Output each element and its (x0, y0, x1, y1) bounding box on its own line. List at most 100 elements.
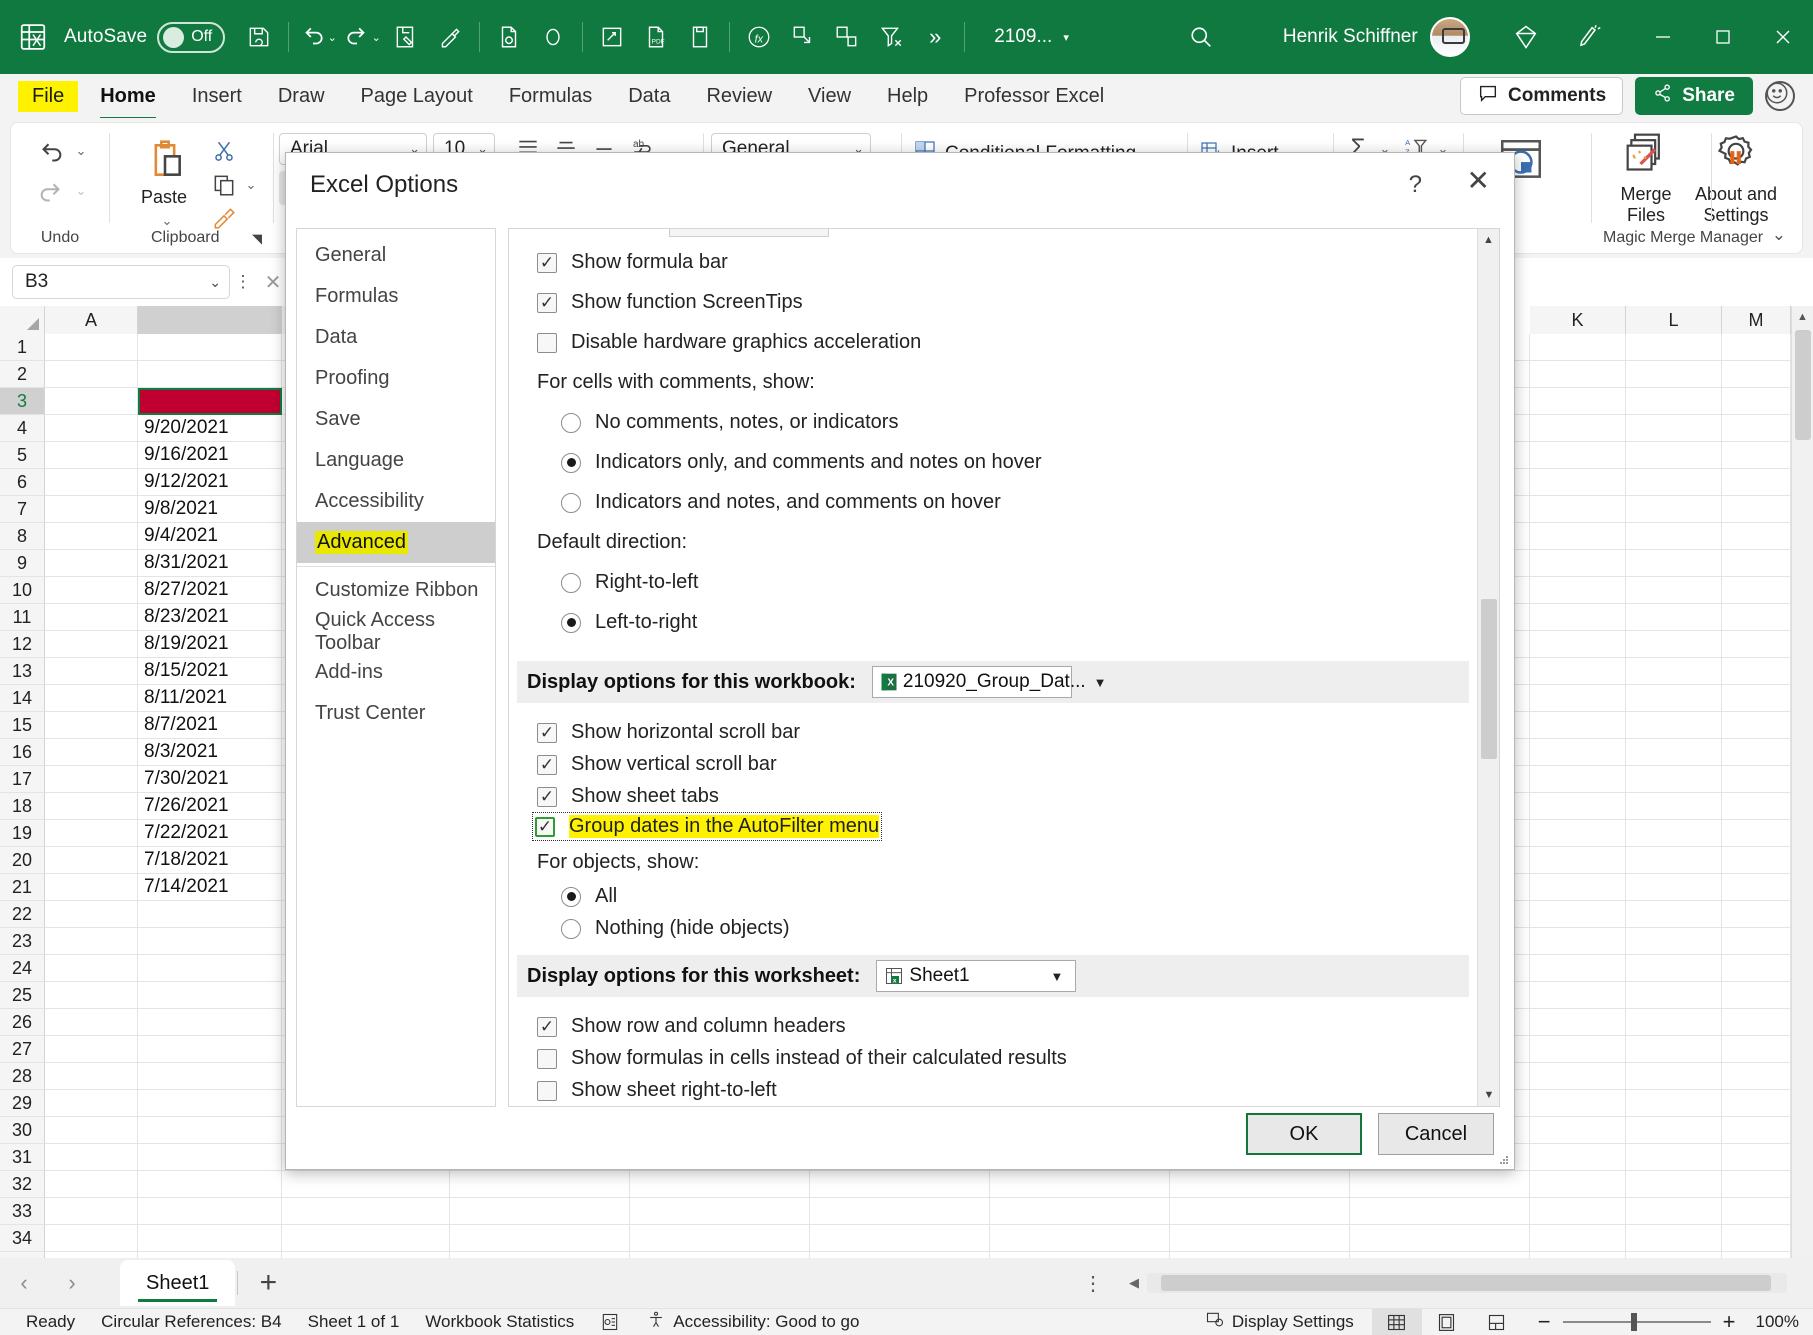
cell[interactable] (1722, 469, 1791, 496)
row-header-13[interactable]: 13 (0, 658, 45, 685)
cell[interactable] (1626, 847, 1722, 874)
cell[interactable] (450, 1198, 630, 1225)
cell[interactable] (1626, 1198, 1722, 1225)
cell[interactable] (45, 847, 138, 874)
cell[interactable] (1626, 739, 1722, 766)
close-icon[interactable]: ✕ (1467, 167, 1490, 195)
horizontal-scrollbar[interactable] (1147, 1273, 1787, 1293)
cell[interactable] (1722, 766, 1791, 793)
cell[interactable] (630, 1171, 810, 1198)
option-show-formulas-in-cells[interactable]: Show formulas in cells instead of their … (537, 1047, 1067, 1070)
cell[interactable] (1626, 982, 1722, 1009)
cell[interactable] (1722, 712, 1791, 739)
cell[interactable] (1530, 847, 1626, 874)
row-header-34[interactable]: 34 (0, 1225, 45, 1252)
cell[interactable] (1530, 1225, 1626, 1252)
cell[interactable] (45, 928, 138, 955)
radio-left-to-right[interactable] (561, 612, 581, 633)
clear-filter-icon[interactable] (869, 14, 913, 60)
cell[interactable] (990, 1225, 1170, 1252)
cell[interactable] (1722, 793, 1791, 820)
cell[interactable] (1530, 1090, 1626, 1117)
user-account[interactable]: Henrik Schiffner (1283, 17, 1470, 57)
cell[interactable] (1626, 820, 1722, 847)
collapse-ribbon-icon[interactable]: ⌄ (1772, 225, 1786, 245)
row-header-32[interactable]: 32 (0, 1171, 45, 1198)
cell[interactable] (45, 739, 138, 766)
cell[interactable] (1530, 928, 1626, 955)
option-left-to-right[interactable]: Left-to-right (561, 611, 697, 634)
cell[interactable] (1530, 874, 1626, 901)
print-preview-icon[interactable] (678, 14, 722, 60)
cell[interactable] (138, 1009, 282, 1036)
dialog-scroll-thumb[interactable] (1481, 599, 1497, 759)
tab-draw[interactable]: Draw (264, 81, 339, 112)
cell[interactable] (1530, 442, 1626, 469)
radio-objects-nothing[interactable] (561, 918, 581, 939)
paste-icon[interactable] (139, 135, 191, 185)
worksheet-select[interactable]: x Sheet1 ▼ (876, 960, 1077, 992)
cell[interactable]: 7/30/2021 (138, 766, 282, 793)
nav-item-add-ins[interactable]: Add-ins (297, 652, 495, 693)
cell[interactable] (1722, 388, 1791, 415)
cell[interactable] (810, 1225, 990, 1252)
row-header-20[interactable]: 20 (0, 847, 45, 874)
zoom-slider-thumb[interactable] (1630, 1313, 1637, 1331)
cell[interactable]: 8/27/2021 (138, 577, 282, 604)
close-button[interactable] (1753, 0, 1813, 74)
radio-indicators-only[interactable] (561, 452, 581, 473)
cell[interactable] (1530, 1117, 1626, 1144)
cell[interactable] (1530, 1009, 1626, 1036)
option-right-to-left[interactable]: Right-to-left (561, 571, 698, 594)
feedback-smiley-icon[interactable] (1765, 81, 1795, 111)
option-objects-nothing[interactable]: Nothing (hide objects) (561, 917, 790, 940)
vertical-scrollbar[interactable]: ▲ (1791, 306, 1813, 1258)
cell[interactable] (1626, 388, 1722, 415)
undo-icon[interactable]: ⌄ (296, 14, 340, 60)
cell[interactable]: 8/7/2021 (138, 712, 282, 739)
row-header-19[interactable]: 19 (0, 820, 45, 847)
cell[interactable] (630, 1198, 810, 1225)
cell[interactable] (45, 874, 138, 901)
cell[interactable] (45, 1117, 138, 1144)
cell[interactable] (45, 415, 138, 442)
cell[interactable] (1722, 658, 1791, 685)
row-header-3[interactable]: 3 (0, 388, 45, 415)
row-header-1[interactable]: 1 (0, 334, 45, 361)
cell[interactable] (1722, 496, 1791, 523)
cell[interactable]: 8/3/2021 (138, 739, 282, 766)
clipboard-dialog-launcher-icon[interactable]: ◥ (249, 231, 265, 247)
option-indicators-only[interactable]: Indicators only, and comments and notes … (561, 451, 1042, 474)
row-header-11[interactable]: 11 (0, 604, 45, 631)
cell[interactable] (810, 1198, 990, 1225)
row-header-33[interactable]: 33 (0, 1198, 45, 1225)
cell[interactable] (1530, 820, 1626, 847)
option-show-vertical-scroll-bar[interactable]: Show vertical scroll bar (537, 753, 777, 776)
minimize-button[interactable] (1633, 0, 1693, 74)
normal-view-icon[interactable] (1371, 1308, 1422, 1335)
cell[interactable]: 8/19/2021 (138, 631, 282, 658)
cell[interactable] (630, 1225, 810, 1252)
open-worksheet-icon[interactable] (590, 14, 634, 60)
nav-item-trust-center[interactable]: Trust Center (297, 693, 495, 734)
option-show-sheet-right-to-left[interactable]: Show sheet right-to-left (537, 1079, 777, 1102)
cell[interactable] (282, 1225, 450, 1252)
select-all-corner[interactable] (0, 306, 45, 334)
option-indicators-and-notes[interactable]: Indicators and notes, and comments on ho… (561, 491, 1001, 514)
cell[interactable] (1626, 766, 1722, 793)
cell[interactable] (1722, 982, 1791, 1009)
row-header-2[interactable]: 2 (0, 361, 45, 388)
workbook-title[interactable]: 2109... ▾ (994, 26, 1069, 48)
column-header-m[interactable]: M (1722, 306, 1791, 334)
redo-icon[interactable]: ⌄ (340, 14, 384, 60)
cell[interactable] (1722, 874, 1791, 901)
nav-item-customize-ribbon[interactable]: Customize Ribbon (297, 570, 495, 611)
cell[interactable] (1530, 1171, 1626, 1198)
tab-formulas[interactable]: Formulas (495, 81, 606, 112)
cell[interactable] (1722, 1063, 1791, 1090)
cell[interactable] (45, 469, 138, 496)
cell[interactable] (1626, 1036, 1722, 1063)
option-group-dates-autofilter[interactable]: Group dates in the AutoFilter menu (531, 812, 883, 841)
paste-dropdown-icon[interactable]: ⌄ (159, 213, 175, 229)
row-header-31[interactable]: 31 (0, 1144, 45, 1171)
